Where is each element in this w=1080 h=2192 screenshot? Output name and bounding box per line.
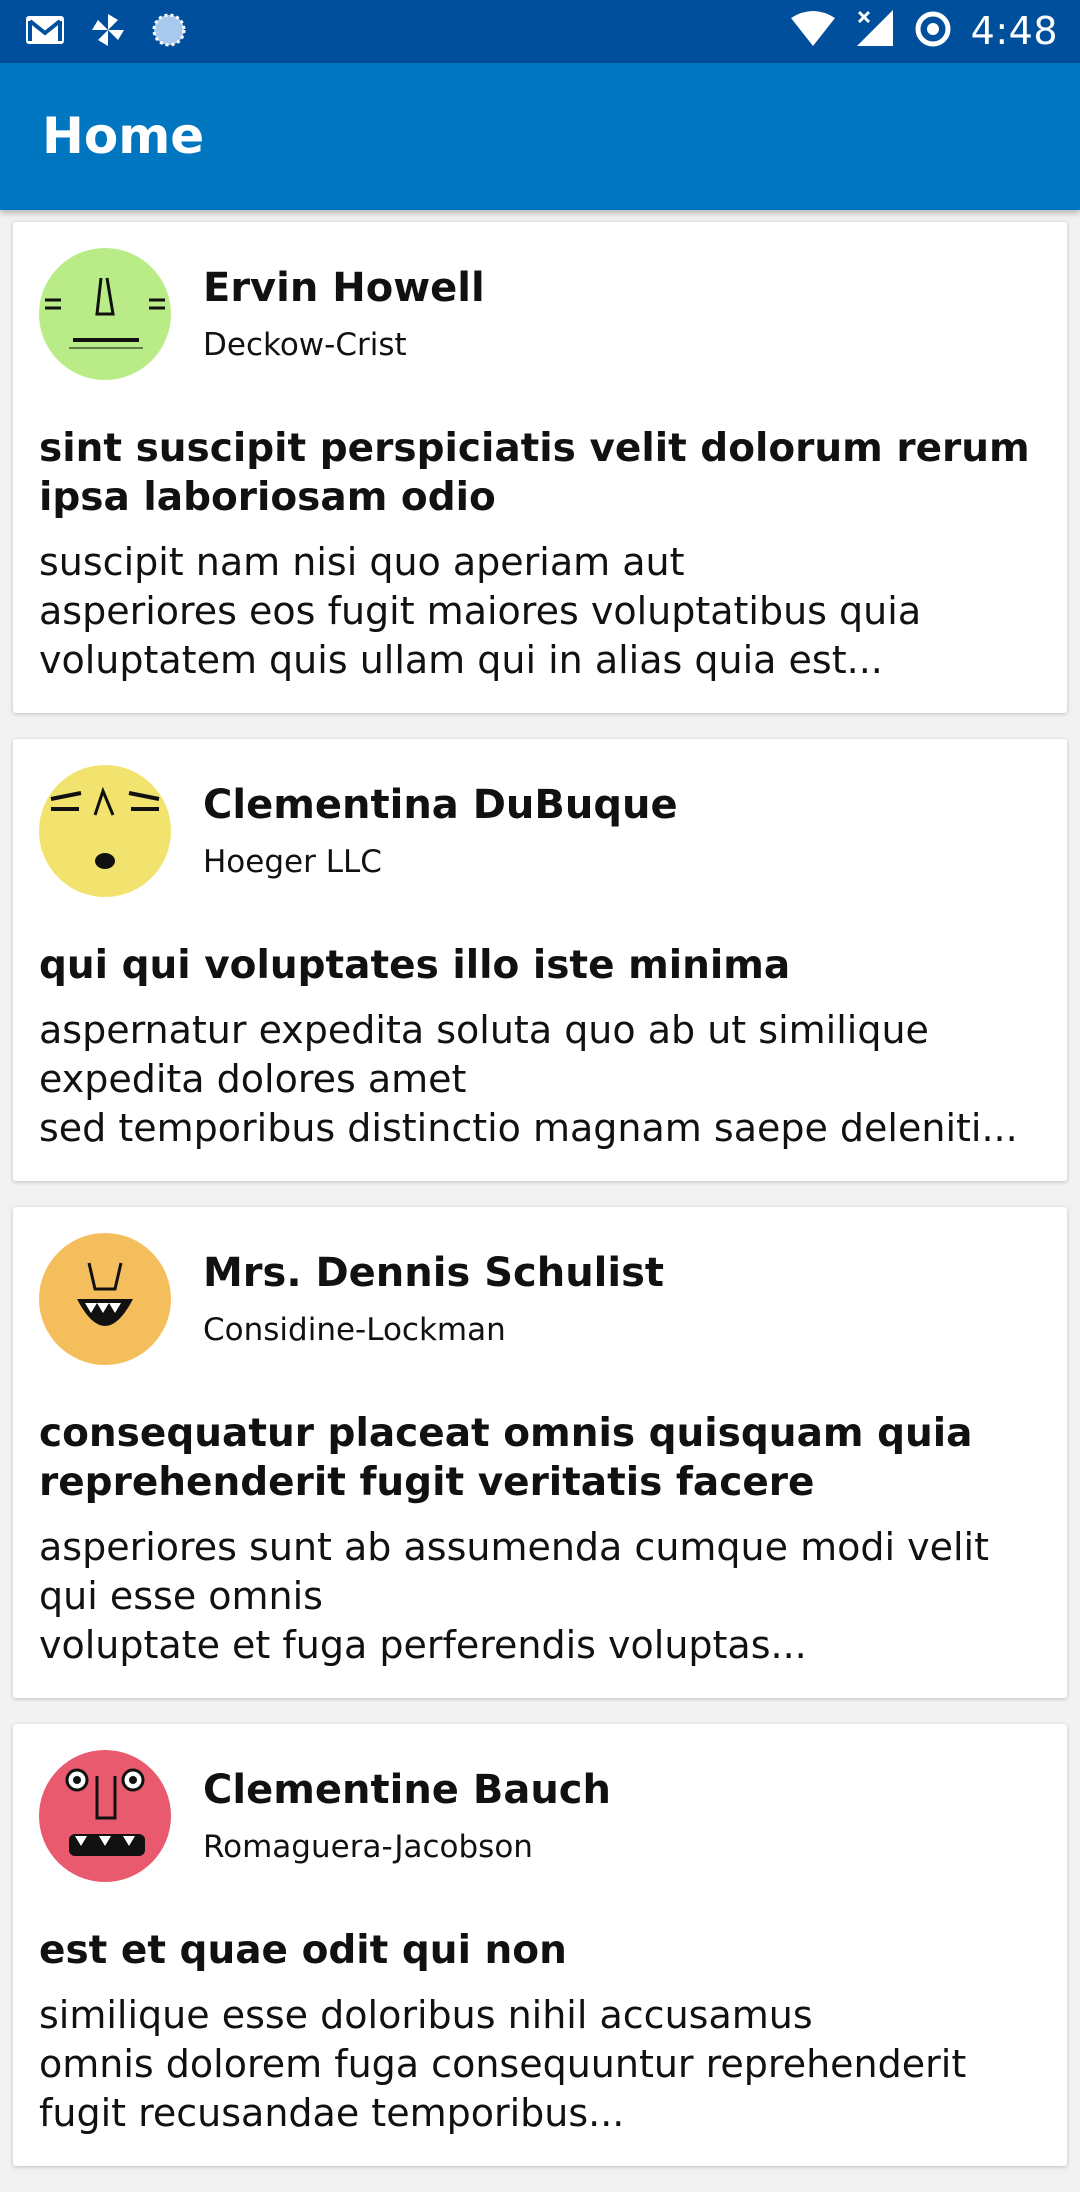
data-saver-icon [913, 9, 953, 53]
post-body: suscipit nam nisi quo aperiam aut asperi… [39, 540, 922, 682]
company-name: Deckow-Crist [203, 327, 407, 363]
post-body: aspernatur expedita soluta quo ab ut sim… [39, 1008, 1018, 1150]
post-card[interactable]: Mrs. Dennis Schulist Considine-Lockman c… [13, 1207, 1067, 1698]
post-title: sint suscipit perspiciatis velit dolorum… [39, 426, 1030, 520]
page-title: Home [42, 107, 205, 165]
author-name: Clementina DuBuque [203, 782, 678, 828]
post-card[interactable]: Ervin Howell Deckow-Crist sint suscipit … [13, 222, 1067, 713]
company-name: Hoeger LLC [203, 844, 382, 880]
post-title: qui qui voluptates illo iste minima [39, 943, 791, 988]
wifi-icon [789, 10, 837, 52]
post-body: similique esse doloribus nihil accusamus… [39, 1993, 967, 2135]
avatar [39, 248, 171, 380]
cell-signal-icon [855, 10, 895, 52]
post-title: consequatur placeat omnis quisquam quia … [39, 1411, 973, 1505]
post-card[interactable]: Clementine Bauch Romaguera-Jacobson est … [13, 1724, 1067, 2166]
pinwheel-icon [88, 10, 128, 54]
gmail-icon [24, 13, 66, 51]
status-bar: 4:48 [0, 0, 1080, 63]
avatar [39, 1750, 171, 1882]
author-name: Clementine Bauch [203, 1767, 611, 1813]
company-name: Considine-Lockman [203, 1312, 506, 1348]
sync-icon [150, 11, 188, 53]
post-feed[interactable]: Ervin Howell Deckow-Crist sint suscipit … [0, 222, 1080, 2192]
avatar [39, 765, 171, 897]
author-name: Ervin Howell [203, 265, 485, 311]
author-name: Mrs. Dennis Schulist [203, 1250, 665, 1296]
avatar [39, 1233, 171, 1365]
app-bar: Home [0, 63, 1080, 210]
post-title: est et quae odit qui non [39, 1928, 567, 1973]
company-name: Romaguera-Jacobson [203, 1829, 533, 1865]
post-body: asperiores sunt ab assumenda cumque modi… [39, 1525, 989, 1667]
post-card[interactable]: Clementina DuBuque Hoeger LLC qui qui vo… [13, 739, 1067, 1181]
clock: 4:48 [970, 9, 1058, 53]
